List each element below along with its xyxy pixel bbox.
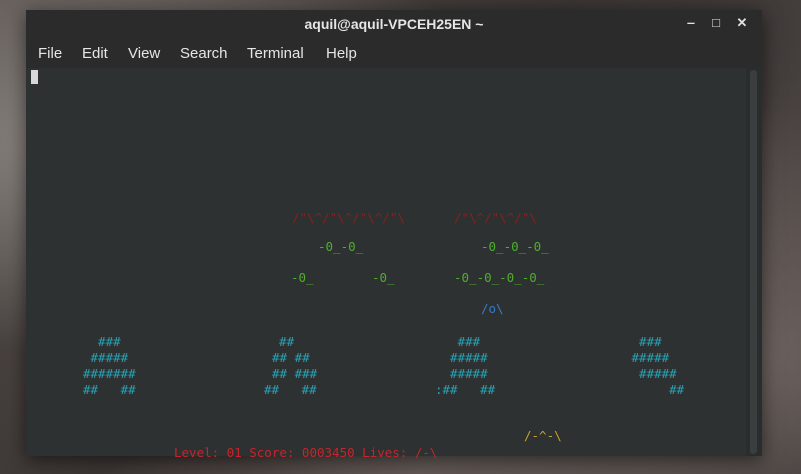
- menu-edit[interactable]: Edit: [82, 45, 108, 62]
- player-ship: /-^-\: [524, 428, 562, 443]
- close-button[interactable]: ✕: [733, 14, 751, 32]
- terminal-area[interactable]: /"\^/"\^/"\^/"\ /"\^/"\^/"\ -0_-0_ -0_-0…: [26, 68, 746, 460]
- mothership-left: /"\^/"\^/"\^/"\: [292, 210, 405, 225]
- bunker-line: ##: [264, 334, 295, 349]
- alien-row-1-right: -0_-0_-0_: [481, 239, 549, 254]
- bunker-line: ## ##: [264, 382, 317, 397]
- bunker-line: ## ###: [272, 366, 318, 381]
- scrollbar-thumb[interactable]: [750, 70, 757, 454]
- bunker-line: #####: [435, 350, 488, 365]
- alien-row-1-left: -0_-0_: [318, 239, 364, 254]
- menu-bar: File Edit View Search Terminal Help: [26, 38, 762, 68]
- scrollbar[interactable]: [746, 68, 762, 456]
- menu-view[interactable]: View: [128, 45, 160, 62]
- menu-search[interactable]: Search: [180, 45, 228, 62]
- maximize-button[interactable]: □: [707, 14, 725, 32]
- minimize-button[interactable]: ‒: [682, 14, 700, 32]
- title-bar[interactable]: aquil@aquil-VPCEH25EN ~ ‒ □ ✕: [26, 10, 762, 38]
- bunker-line: :## ##: [435, 382, 496, 397]
- bunker-line: #####: [435, 366, 488, 381]
- alien-row-2-a: -0_: [291, 270, 314, 285]
- bunker-line: #####: [624, 350, 670, 365]
- bunker-line: #####: [624, 366, 677, 381]
- menu-file[interactable]: File: [38, 45, 62, 62]
- mothership-right: /"\^/"\^/"\: [454, 210, 537, 225]
- bunker-line: #######: [83, 366, 136, 381]
- bunker-line: ###: [435, 334, 481, 349]
- text-cursor: [31, 70, 38, 84]
- bunker-line: ## ##: [83, 382, 136, 397]
- window-title: aquil@aquil-VPCEH25EN ~: [304, 16, 484, 32]
- game-status: Level: 01 Score: 0003450 Lives: /-\: [174, 445, 438, 460]
- bunker-line: #####: [83, 350, 129, 365]
- bunker-line: ##: [624, 382, 685, 397]
- bunker-line: ## ##: [272, 350, 310, 365]
- bunker-line: ###: [624, 334, 662, 349]
- alien-row-2-b: -0_: [372, 270, 395, 285]
- terminal-window: aquil@aquil-VPCEH25EN ~ ‒ □ ✕ File Edit …: [26, 10, 762, 460]
- alien-bomb: /o\: [481, 301, 504, 316]
- menu-terminal[interactable]: Terminal: [247, 45, 304, 62]
- menu-help[interactable]: Help: [326, 45, 357, 62]
- alien-row-2-c: -0_-0_-0_-0_: [454, 270, 545, 285]
- bunker-line: ###: [83, 334, 121, 349]
